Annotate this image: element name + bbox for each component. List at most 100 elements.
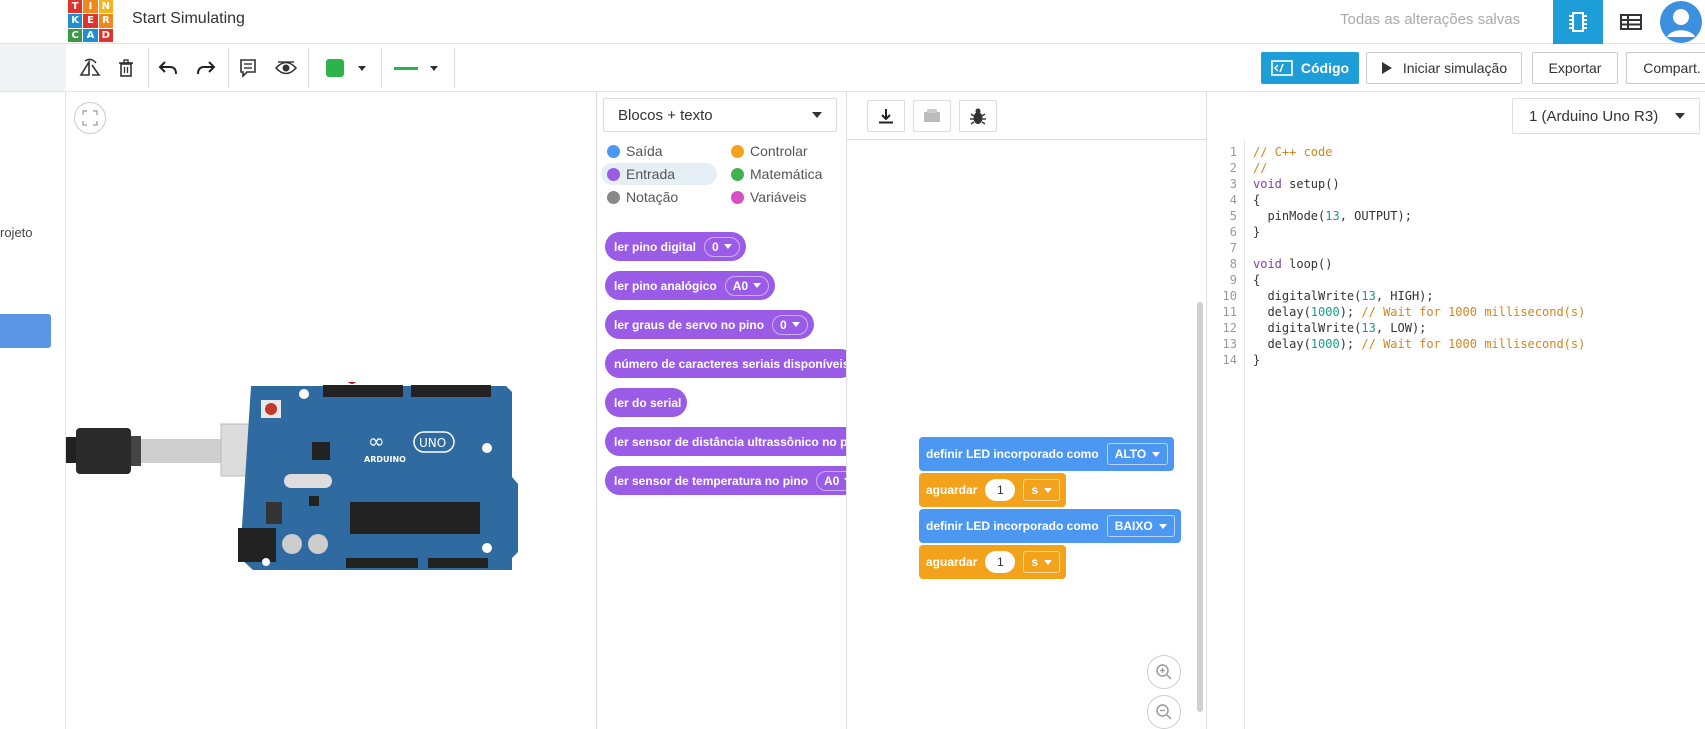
toolbar-divider — [228, 48, 229, 88]
project-title[interactable]: Start Simulating — [132, 10, 245, 28]
circuit-canvas[interactable]: ∞ ARDUINO UNO — [66, 92, 596, 729]
code-line: 6} — [1207, 224, 1705, 240]
category-variables[interactable]: Variáveis — [725, 186, 807, 208]
category-input[interactable]: Entrada — [601, 163, 717, 185]
start-simulation-button[interactable]: Iniciar simulação — [1366, 52, 1522, 84]
wait-amount-input[interactable]: 1 — [985, 551, 1016, 573]
upload-button[interactable] — [913, 100, 951, 132]
board-select-value: 1 (Arduino Uno R3) — [1529, 107, 1659, 125]
line-number: 12 — [1222, 321, 1237, 335]
led-state-dropdown[interactable]: BAIXO — [1106, 515, 1175, 537]
line-number: 9 — [1229, 273, 1237, 287]
block-wait[interactable]: aguardar 1 s — [919, 545, 1067, 579]
code-button-label: Código — [1300, 60, 1350, 76]
wait-unit-dropdown[interactable]: s — [1023, 479, 1061, 501]
user-avatar[interactable] — [1658, 0, 1704, 44]
download-button[interactable] — [867, 100, 905, 132]
undo-button[interactable] — [150, 52, 186, 84]
code-button[interactable]: Código — [1261, 52, 1359, 84]
block-categories: Saída Controlar Entrada Matemática Notaç… — [597, 138, 847, 218]
palette-block-read-serial[interactable]: ler do serial — [605, 388, 688, 417]
share-button[interactable]: Compart. — [1626, 52, 1705, 84]
chip-icon — [1569, 12, 1587, 32]
tinkercad-logo[interactable]: T I N K E R C A D — [68, 0, 113, 42]
redo-button[interactable] — [188, 52, 224, 84]
pin-dropdown[interactable]: A0 — [816, 470, 847, 491]
zoom-out-button[interactable] — [1147, 695, 1181, 729]
palette-block-read-digital-pin[interactable]: ler pino digital 0 — [605, 232, 746, 261]
code-editor[interactable]: 1// C++ code 2// 3 void setup() 4{ 5 pinM… — [1207, 144, 1705, 368]
category-label: Controlar — [750, 143, 808, 159]
palette-block-read-servo[interactable]: ler graus de servo no pino 0 — [605, 310, 814, 339]
logo-letter: K — [68, 14, 83, 28]
download-icon — [879, 109, 893, 124]
pin-dropdown[interactable]: 0 — [772, 314, 808, 335]
svg-text:ARDUINO: ARDUINO — [364, 455, 406, 464]
circuit-view-button[interactable] — [1553, 0, 1603, 44]
svg-text:∞: ∞ — [368, 429, 385, 453]
debugger-button[interactable] — [959, 100, 997, 132]
bug-icon — [970, 108, 986, 125]
toolbar-divider — [454, 48, 455, 88]
zoom-in-button[interactable] — [1147, 655, 1181, 689]
logo-letter: R — [98, 14, 113, 28]
led-state-value: BAIXO — [1114, 519, 1153, 533]
pin-dropdown[interactable]: 0 — [704, 236, 740, 257]
block-workspace[interactable]: definir LED incorporado como ALTO aguarda… — [846, 92, 1207, 729]
logo-letter: T — [68, 0, 83, 14]
code-panel: 1 (Arduino Uno R3) 1// C++ code 2// 3 voi… — [1206, 92, 1705, 729]
chevron-down-icon — [791, 322, 800, 327]
table-icon — [1620, 14, 1642, 30]
category-math[interactable]: Matemática — [725, 163, 822, 185]
sidebar-header — [0, 44, 66, 92]
wire-line-icon — [394, 66, 418, 70]
line-number: 1 — [1229, 145, 1237, 159]
block-label: ler sensor de temperatura no pino — [614, 473, 809, 488]
wait-amount-input[interactable]: 1 — [985, 479, 1016, 501]
chevron-down-icon — [358, 65, 366, 71]
arduino-board[interactable]: ∞ ARDUINO UNO — [66, 382, 586, 642]
wait-unit-dropdown[interactable]: s — [1023, 551, 1061, 573]
wait-unit-value: s — [1031, 555, 1039, 569]
visibility-button[interactable] — [268, 52, 304, 84]
schematic-view-button[interactable] — [1606, 0, 1656, 44]
chevron-down-icon — [1044, 487, 1053, 493]
category-notation[interactable]: Notação — [601, 186, 678, 208]
zoom-out-icon — [1156, 704, 1172, 720]
block-label: definir LED incorporado como — [926, 519, 1099, 533]
project-label[interactable]: rojeto — [0, 225, 33, 240]
category-dot-icon — [607, 144, 620, 158]
category-label: Notação — [626, 189, 679, 205]
delete-button[interactable] — [108, 52, 144, 84]
notes-button[interactable] — [230, 52, 266, 84]
color-swatch — [326, 59, 344, 77]
palette-block-serial-available[interactable]: número de caracteres seriais disponíveis — [605, 349, 856, 378]
category-dot-icon — [731, 144, 744, 158]
wait-unit-value: s — [1031, 483, 1039, 497]
sidebar-action-button[interactable] — [0, 314, 51, 348]
category-output[interactable]: Saída — [601, 140, 663, 162]
rotate-icon — [79, 58, 101, 76]
led-state-dropdown[interactable]: ALTO — [1106, 443, 1169, 465]
zoom-in-icon — [1156, 664, 1172, 680]
export-button[interactable]: Exportar — [1532, 52, 1618, 84]
category-control[interactable]: Controlar — [725, 140, 808, 162]
palette-block-read-analog-pin[interactable]: ler pino analógico A0 — [605, 271, 776, 300]
workspace-scrollbar[interactable] — [1197, 302, 1203, 712]
led-state-value: ALTO — [1114, 447, 1147, 461]
board-select[interactable]: 1 (Arduino Uno R3) — [1512, 98, 1700, 134]
block-wait[interactable]: aguardar 1 s — [919, 473, 1067, 507]
block-label: ler graus de servo no pino — [614, 317, 765, 332]
block-set-led-low[interactable]: definir LED incorporado como BAIXO — [919, 509, 1181, 543]
editor-mode-select[interactable]: Blocos + texto — [603, 98, 837, 132]
fit-view-button[interactable] — [74, 102, 106, 134]
pin-dropdown-value: 0 — [780, 317, 787, 332]
rotate-button[interactable] — [72, 52, 108, 84]
block-set-led-high[interactable]: definir LED incorporado como ALTO — [919, 437, 1175, 471]
user-icon — [1660, 1, 1702, 43]
palette-block-temperature[interactable]: ler sensor de temperatura no pino A0 — [605, 466, 847, 495]
pin-dropdown[interactable]: A0 — [724, 275, 770, 296]
wire-type-picker[interactable] — [386, 52, 446, 84]
palette-block-ultrasonic[interactable]: ler sensor de distância ultrassônico no … — [605, 427, 847, 456]
color-picker[interactable] — [316, 52, 376, 84]
